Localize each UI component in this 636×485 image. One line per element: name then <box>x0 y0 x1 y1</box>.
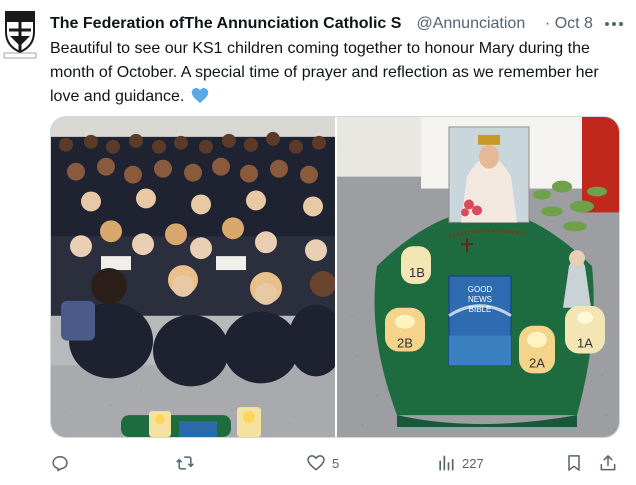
prayer-table-photo[interactable]: 1B 2B 2A 1A GOOD NEWS BIBLE <box>337 117 619 437</box>
heart-icon <box>307 455 325 471</box>
candle-label-1a: 1A <box>577 336 593 351</box>
bookmark-icon <box>568 455 580 471</box>
candle-1a: 1A <box>565 305 605 354</box>
more-options-button[interactable] <box>600 13 628 35</box>
bookmark-button[interactable] <box>564 448 584 478</box>
author-handle[interactable]: @Annunciation <box>416 13 540 35</box>
share-button[interactable] <box>598 448 618 478</box>
more-icon <box>605 22 609 26</box>
retweet-button[interactable] <box>175 448 195 478</box>
candle-2b: 2B <box>385 307 425 352</box>
tweet-body: Beautiful to see our KS1 children coming… <box>50 40 599 105</box>
bible-title-1: GOOD <box>468 285 493 294</box>
views-count: 227 <box>462 455 484 471</box>
views-button[interactable]: 227 <box>436 448 484 478</box>
tweet-text: Beautiful to see our KS1 children coming… <box>50 37 620 109</box>
bible-title-3: BIBLE <box>469 305 492 314</box>
avatar[interactable] <box>0 8 40 60</box>
candle-label-1b: 1B <box>409 265 425 280</box>
candle-label-2b: 2B <box>397 336 413 351</box>
views-icon <box>439 455 454 471</box>
more-icon-dot <box>619 22 623 26</box>
reply-button[interactable] <box>50 448 70 478</box>
action-bar: 5 227 <box>50 448 620 478</box>
candle-1b: 1B <box>401 246 431 284</box>
tweet-header: The Federation ofThe Annunciation Cathol… <box>50 13 630 35</box>
share-icon <box>600 455 616 471</box>
good-news-bible: GOOD NEWS BIBLE <box>448 275 512 367</box>
like-button[interactable]: 5 <box>306 448 339 478</box>
blue-heart-icon <box>191 88 209 103</box>
school-crest-icon <box>0 8 40 60</box>
candle-label-2a: 2A <box>529 355 545 370</box>
media-grid[interactable]: 1B 2B 2A 1A GOOD NEWS BIBLE <box>50 116 620 438</box>
retweet-icon <box>176 456 194 470</box>
tweet-date[interactable]: Oct 8 <box>555 15 593 32</box>
children-seated-photo[interactable] <box>51 117 335 437</box>
candle-2a: 2A <box>519 325 555 374</box>
bible-title-2: NEWS <box>468 295 492 304</box>
reply-icon <box>52 456 68 472</box>
more-icon-dot <box>612 22 616 26</box>
author-name[interactable]: The Federation ofThe Annunciation Cathol… <box>50 13 412 35</box>
like-count: 5 <box>332 455 340 471</box>
separator-dot: · <box>544 15 551 32</box>
